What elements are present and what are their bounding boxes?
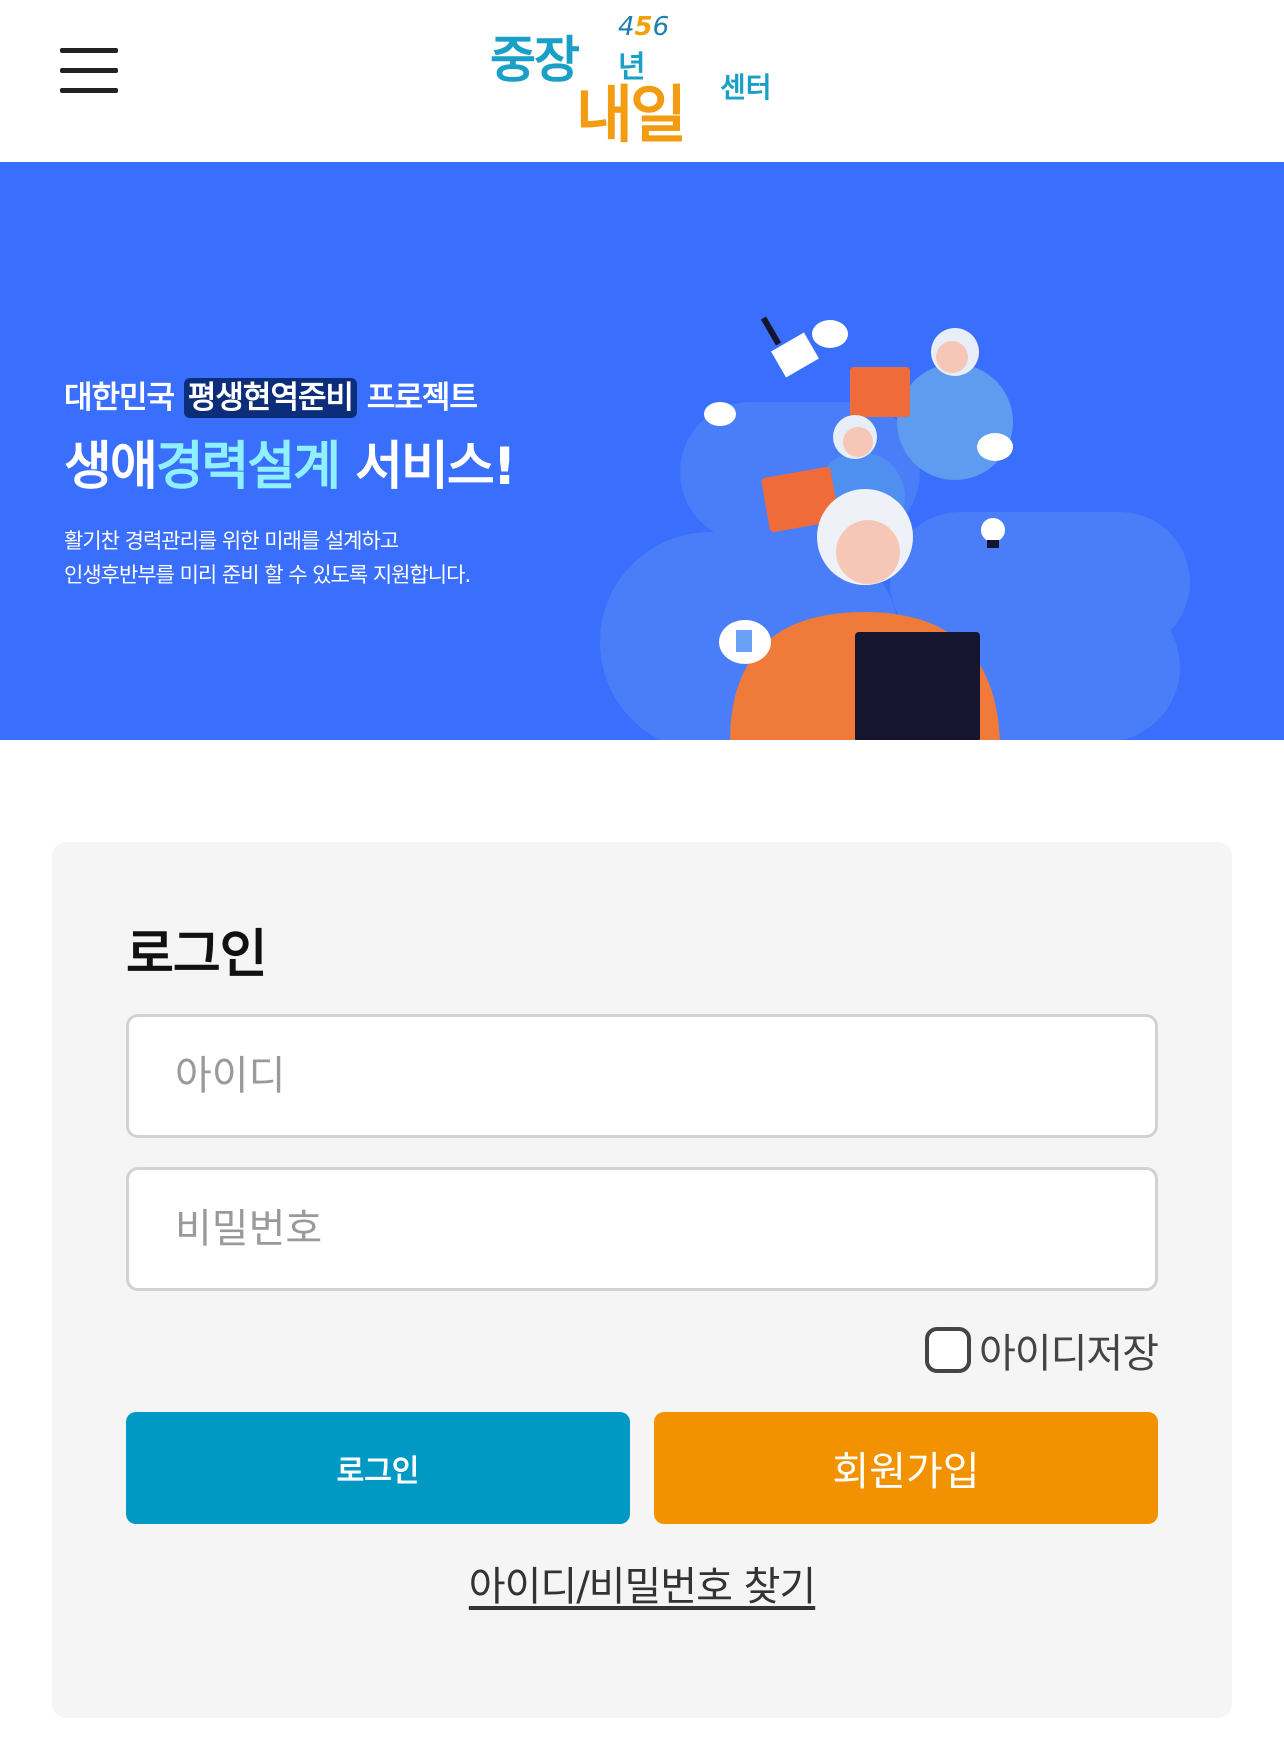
banner-line1: 대한민국 평생현역준비 프로젝트 <box>64 378 478 418</box>
save-id-label: 아이디저장 <box>979 1331 1159 1377</box>
logo-text-part3: 센터 <box>720 71 772 104</box>
menu-line <box>60 68 118 73</box>
banner-headline: 생애경력설계 서비스! <box>64 437 516 497</box>
login-button[interactable]: 로그인 <box>126 1412 630 1524</box>
seniors-reading-illustration <box>600 316 1190 740</box>
user-id-input[interactable] <box>126 1014 1158 1138</box>
menu-line <box>60 48 118 53</box>
logo-text-part2: 내일 <box>576 78 687 151</box>
banner-highlight: 평생현역준비 <box>183 378 358 418</box>
save-id-option[interactable]: 아이디저장 <box>925 1324 1159 1377</box>
hero-banner: 대한민국 평생현역준비 프로젝트 생애경력설계 서비스! 활기찬 경력관리를 위… <box>0 162 1284 740</box>
menu-line <box>60 88 118 93</box>
logo-numbers: 456 <box>618 12 670 42</box>
site-logo[interactable]: 중장 년 456 내일 센터 <box>490 12 800 151</box>
logo-text-part1: 중장 <box>490 31 580 89</box>
hamburger-menu-icon[interactable] <box>58 48 122 96</box>
save-id-checkbox[interactable] <box>925 1327 971 1373</box>
login-title: 로그인 <box>126 925 268 985</box>
signup-button[interactable]: 회원가입 <box>654 1412 1158 1524</box>
password-input[interactable] <box>126 1167 1158 1291</box>
header: 중장 년 456 내일 센터 <box>0 0 1284 162</box>
find-id-password-link[interactable]: 아이디/비밀번호 찾기 <box>52 1554 1232 1612</box>
login-card: 로그인 아이디저장 로그인 회원가입 아이디/비밀번호 찾기 <box>52 842 1232 1718</box>
banner-description: 활기찬 경력관리를 위한 미래를 설계하고 인생후반부를 미리 준비 할 수 있… <box>64 529 471 587</box>
